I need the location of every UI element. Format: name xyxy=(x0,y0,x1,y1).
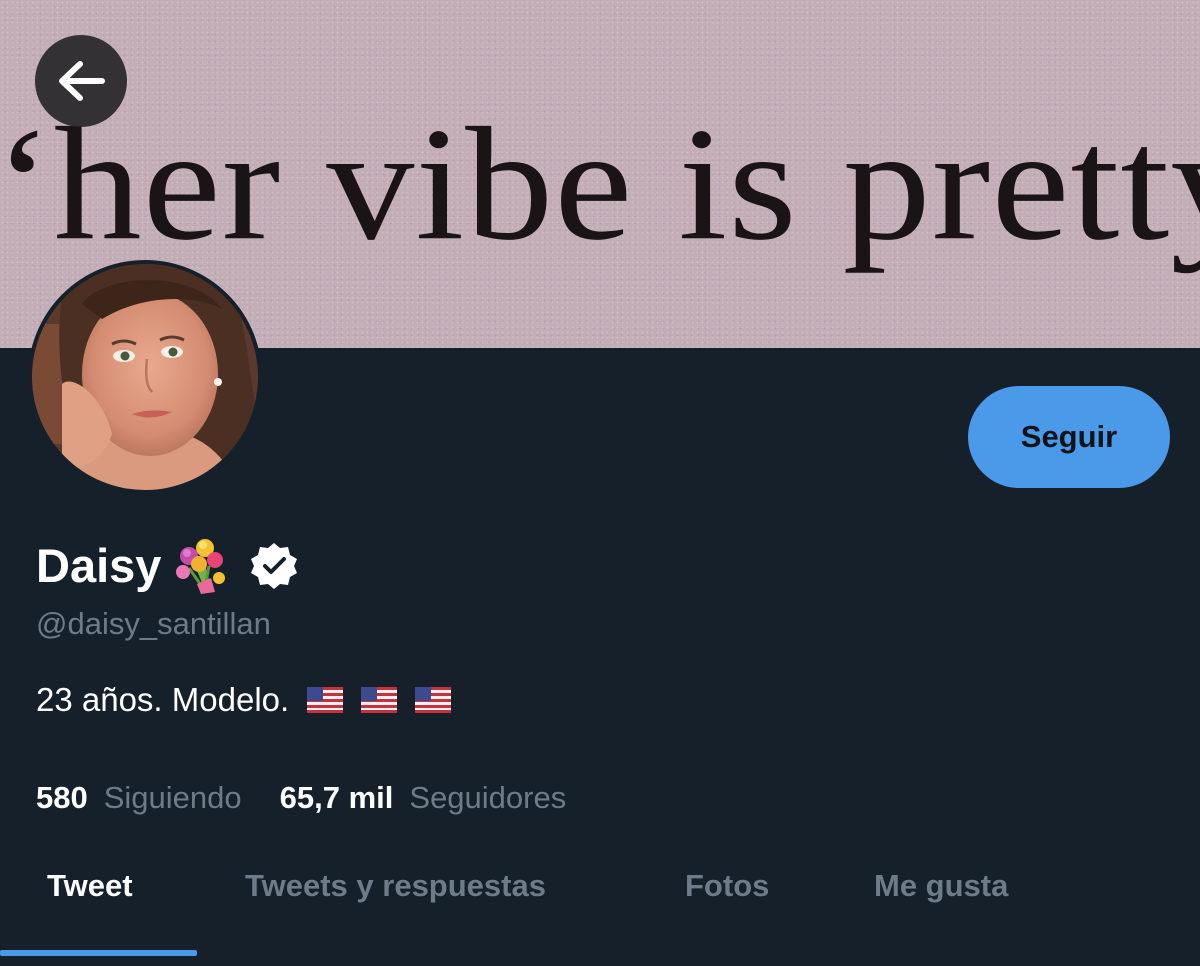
back-button[interactable] xyxy=(35,35,127,127)
banner-text: ‘her vibe is pretty xyxy=(0,94,1200,275)
display-name: Daisy xyxy=(36,539,162,592)
followers-link[interactable]: 65,7 mil Seguidores xyxy=(280,776,567,820)
arrow-left-icon xyxy=(59,61,105,101)
tab-likes[interactable]: Me gusta xyxy=(874,864,1008,908)
avatar-photo xyxy=(32,264,258,490)
tab-tweets-and-replies[interactable]: Tweets y respuestas xyxy=(245,864,546,908)
followers-label: Seguidores xyxy=(409,780,567,815)
avatar[interactable] xyxy=(28,260,262,494)
follow-button[interactable]: Seguir xyxy=(968,386,1170,488)
us-flag-icon xyxy=(361,687,398,713)
tab-photos[interactable]: Fotos xyxy=(685,864,769,908)
us-flag-icon xyxy=(307,687,344,713)
bio: 23 años. Modelo. xyxy=(36,678,452,722)
us-flag-icon xyxy=(415,687,452,713)
bio-text: 23 años. Modelo. xyxy=(36,681,290,718)
profile-stats: 580 Siguiendo 65,7 mil Seguidores xyxy=(36,776,566,820)
profile-tabs: Tweet Tweets y respuestas Fotos Me gusta xyxy=(0,850,1200,966)
bouquet-icon xyxy=(176,539,226,594)
username-handle: @daisy_santillan xyxy=(36,606,271,641)
verified-badge-icon xyxy=(251,543,298,589)
following-link[interactable]: 580 Siguiendo xyxy=(36,776,242,820)
tab-tweets[interactable]: Tweet xyxy=(47,864,133,908)
name-row: Daisy xyxy=(36,536,299,596)
followers-count: 65,7 mil xyxy=(279,780,394,815)
following-count: 580 xyxy=(36,780,88,815)
following-label: Siguiendo xyxy=(103,780,242,815)
active-tab-indicator xyxy=(0,950,197,956)
